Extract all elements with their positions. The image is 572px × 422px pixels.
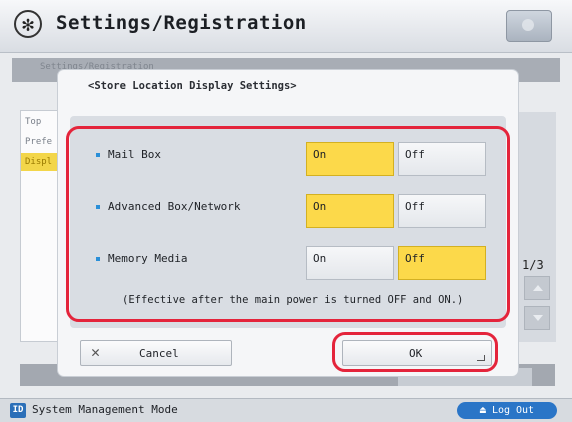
ok-highlight-outline — [332, 332, 498, 372]
logout-label: Log Out — [491, 405, 535, 416]
logout-button[interactable]: ⏏ Log Out — [457, 402, 557, 419]
background-list-item: Prefe — [25, 137, 53, 147]
page-indicator: 1/3 — [522, 258, 544, 272]
close-icon: ✕ — [91, 343, 101, 361]
scroll-down-button[interactable] — [524, 306, 550, 330]
settings-icon: ✻ — [14, 10, 42, 38]
highlight-outline — [66, 126, 510, 322]
status-bar: ID System Management Mode ⏏ Log Out — [0, 398, 572, 422]
header-button[interactable] — [506, 10, 552, 42]
header: ✻ Settings/Registration — [0, 0, 572, 53]
store-location-dialog: <Store Location Display Settings> Mail B… — [58, 70, 518, 376]
id-badge: ID — [10, 403, 26, 418]
screen: ✻ Settings/Registration Settings/Registr… — [0, 0, 572, 422]
dialog-title: <Store Location Display Settings> — [88, 80, 297, 92]
background-list-item-selected: Displ — [21, 153, 63, 171]
cancel-label: Cancel — [139, 347, 179, 360]
cancel-button[interactable]: ✕ Cancel — [80, 340, 232, 366]
mode-text: System Management Mode — [32, 403, 178, 416]
page-title: Settings/Registration — [56, 12, 307, 34]
scroll-up-button[interactable] — [524, 276, 550, 300]
background-list-item: Top — [25, 117, 42, 127]
